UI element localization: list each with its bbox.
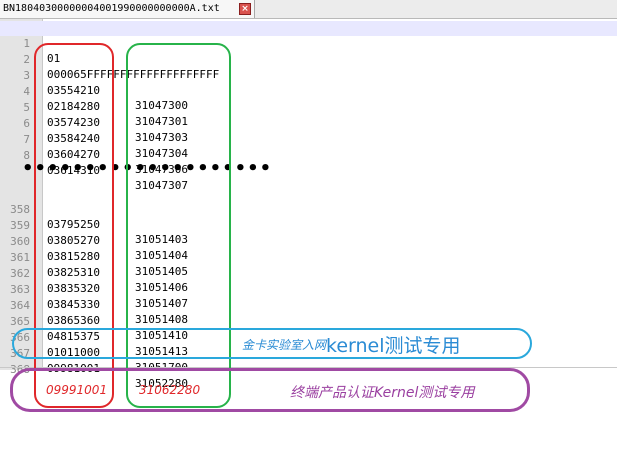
table-row: 359 03805270 31051404	[0, 203, 188, 262]
table-row: 362 03835320 31051407	[0, 251, 188, 310]
tab-bar: BN18040300000004001990000000000A.txt ×	[0, 0, 617, 19]
table-row: 7 03604270 31047306	[0, 117, 188, 176]
table-row: 8 03614310 31047307	[0, 133, 188, 192]
table-row: 6 03584240 31047304	[0, 101, 188, 160]
file-tab[interactable]: BN18040300000004001990000000000A.txt ×	[0, 0, 255, 18]
table-row: 360 03815280 31051405	[0, 219, 188, 278]
table-row: 4 02184280 31047301	[0, 69, 188, 128]
red-annotation-value: 09991001	[46, 383, 108, 397]
table-row: 5 03574230 31047303	[0, 85, 188, 144]
table-row: 358 03795250 31051403	[0, 187, 188, 246]
table-row: 364 03865360 31051410	[0, 283, 188, 342]
blue-annotation: 金卡实验室入网kernel测试专用	[242, 331, 461, 358]
table-row: 1 01	[0, 21, 617, 65]
table-row: 2 000065FFFFFFFFFFFFFFFFFFFF	[0, 37, 219, 81]
table-row: 363 03845330 31051408	[0, 267, 188, 326]
purple-annotation: 终端产品认证Kernel测试专用	[290, 385, 475, 401]
green-annotation-value: 31062280	[139, 383, 201, 397]
table-row: 365 04815375 31051413	[0, 299, 188, 358]
blue-annotation-small: 金卡实验室入网	[242, 338, 327, 352]
blue-annotation-big: kernel测试专用	[326, 335, 461, 357]
table-row: 3 03554210 31047300	[0, 53, 188, 112]
file-tab-title: BN18040300000004001990000000000A.txt	[3, 3, 220, 14]
table-row: 361 03825310 31051406	[0, 235, 188, 294]
close-icon[interactable]: ×	[239, 3, 251, 15]
